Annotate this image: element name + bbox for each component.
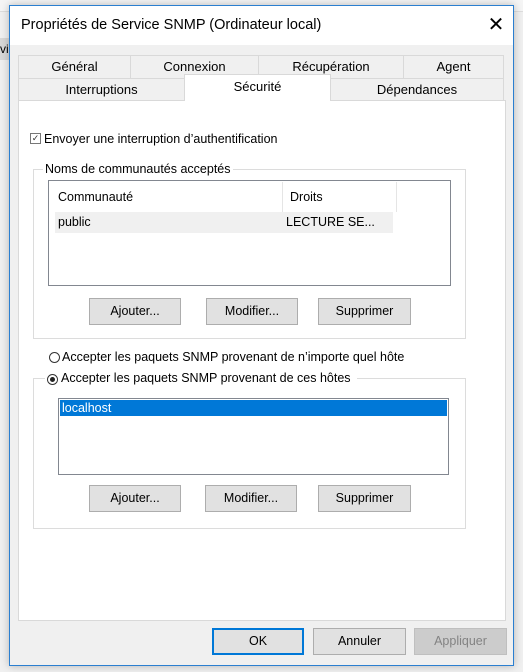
accept-these-hosts-label: Accepter les paquets SNMP provenant de c… — [61, 371, 351, 385]
accept-these-hosts-radio[interactable] — [47, 374, 58, 385]
apply-button[interactable]: Appliquer — [414, 628, 507, 655]
column-header-rights[interactable]: Droits — [283, 182, 397, 212]
cancel-button[interactable]: Annuler — [313, 628, 406, 655]
list-item[interactable]: localhost — [60, 400, 447, 416]
accept-any-host-label: Accepter les paquets SNMP provenant de n… — [62, 350, 405, 364]
close-icon[interactable]: ✕ — [484, 14, 508, 38]
hosts-list[interactable]: localhost — [58, 398, 449, 475]
properties-dialog: Propriétés de Service SNMP (Ordinateur l… — [9, 5, 514, 666]
communities-legend: Noms de communautés acceptés — [43, 162, 233, 176]
accept-any-host-radio[interactable] — [49, 352, 60, 363]
tab-interruptions[interactable]: Interruptions — [18, 78, 185, 101]
tab-securite[interactable]: Sécurité — [184, 74, 331, 101]
ok-button[interactable]: OK — [212, 628, 304, 655]
add-host-button[interactable]: Ajouter... — [89, 485, 181, 512]
title-bar: Propriétés de Service SNMP (Ordinateur l… — [10, 6, 513, 45]
tab-agent[interactable]: Agent — [403, 55, 504, 78]
edit-community-button[interactable]: Modifier... — [206, 298, 298, 325]
communities-list[interactable]: Communauté Droits public LECTURE SE... — [48, 180, 451, 286]
tab-dependances[interactable]: Dépendances — [330, 78, 504, 101]
auth-trap-label: Envoyer une interruption d’authentificat… — [44, 132, 278, 146]
dialog-title: Propriétés de Service SNMP (Ordinateur l… — [21, 17, 322, 33]
security-panel: ✓ Envoyer une interruption d’authentific… — [18, 100, 506, 621]
tab-general[interactable]: Général — [18, 55, 131, 78]
table-row[interactable]: public LECTURE SE... — [55, 212, 393, 233]
edit-host-button[interactable]: Modifier... — [205, 485, 297, 512]
column-header-community[interactable]: Communauté — [55, 182, 283, 212]
remove-community-button[interactable]: Supprimer — [318, 298, 411, 325]
accept-these-hosts-legend: Accepter les paquets SNMP provenant de c… — [45, 371, 357, 387]
remove-host-button[interactable]: Supprimer — [318, 485, 411, 512]
add-community-button[interactable]: Ajouter... — [89, 298, 181, 325]
auth-trap-checkbox[interactable]: ✓ — [30, 133, 41, 144]
